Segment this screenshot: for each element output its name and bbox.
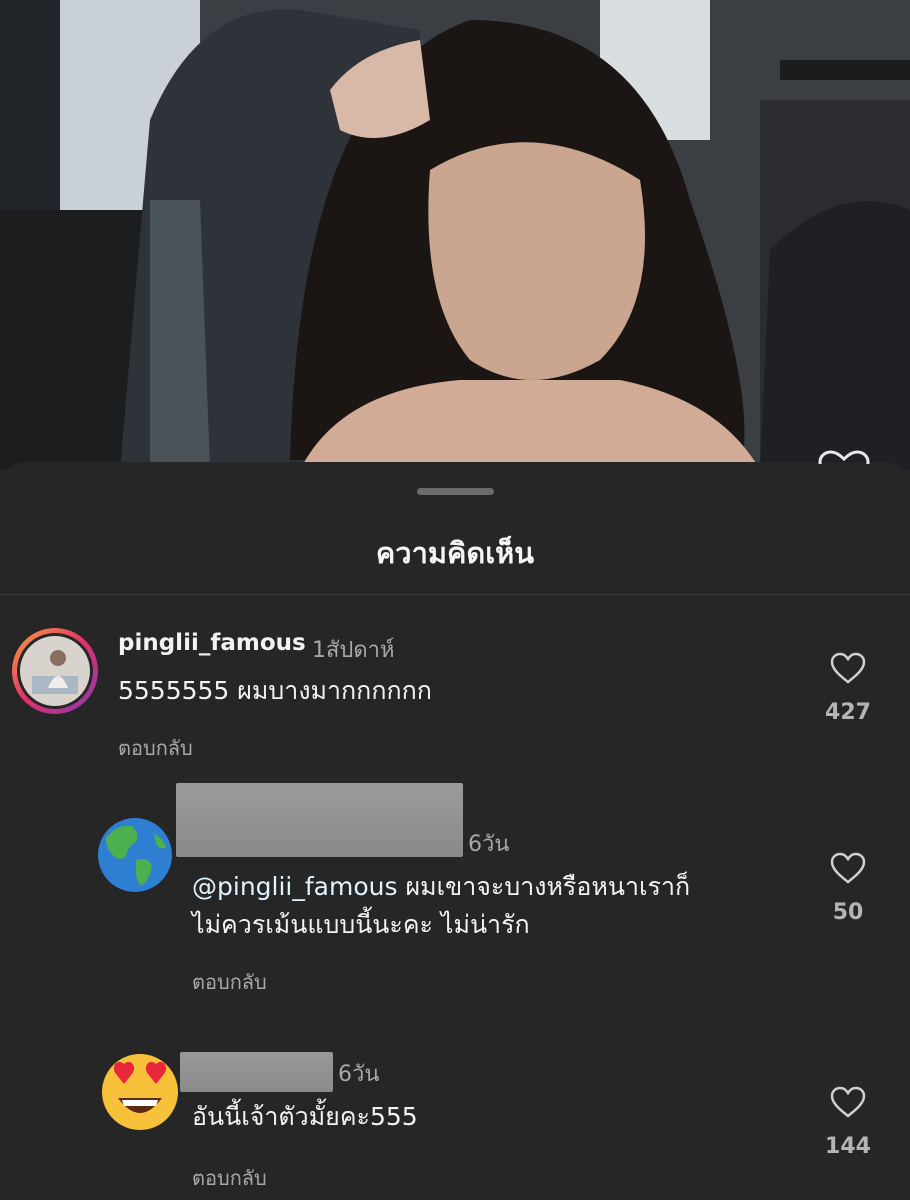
redacted-username [176,783,463,857]
avatar[interactable] [12,628,98,714]
reply-button[interactable]: ตอบกลับ [192,966,267,998]
reply-button[interactable]: ตอบกลับ [192,1162,267,1194]
comment-text-line1: ผมเขาจะบางหรือหนาเราก็ [397,872,691,901]
comments-sheet: ความคิดเห็น pinglii_famous 1สัปดาห์ 5555… [0,462,910,1200]
heart-icon [830,1086,866,1118]
comment-text-line2: ไม่ควรเม้นแบบนี้นะคะ ไม่น่ารัก [192,910,530,939]
comment-text: อันนี้เจ้าตัวมั้ยคะ555 [192,1102,418,1131]
avatar[interactable] [96,1046,184,1134]
heart-eyes-emoji-icon [102,1054,178,1130]
like-count: 144 [825,1134,871,1159]
comment-time: 6วัน [468,832,510,857]
mention-link[interactable]: @pinglii_famous [192,872,398,901]
like-button[interactable]: 427 [808,652,888,725]
heart-icon [830,852,866,884]
post-photo [0,0,910,470]
like-button[interactable]: 144 [808,1086,888,1159]
like-count: 427 [825,700,871,725]
profile-photo-icon [17,633,93,709]
comment-username[interactable]: pinglii_famous [118,630,306,656]
like-count: 50 [832,900,864,925]
redacted-username [180,1052,333,1092]
reply-button[interactable]: ตอบกลับ [118,732,193,764]
globe-emoji-icon [98,818,172,892]
comment-text: @pinglii_famous ผมเขาจะบางหรือหนาเราก็ ไ… [192,868,792,944]
photo-illustration [0,0,910,470]
comment-time: 1สัปดาห์ [312,638,395,663]
like-button[interactable]: 50 [808,852,888,925]
avatar[interactable] [96,816,174,894]
comment-time: 6วัน [338,1062,380,1087]
sheet-title: ความคิดเห็น [375,536,535,570]
heart-icon [830,652,866,684]
photo-like-icon[interactable] [816,450,872,464]
heart-icon [818,450,870,464]
divider [0,594,910,595]
comment-text: 5555555 ผมบางมากกกกกก [118,676,432,705]
drag-handle[interactable] [417,488,494,495]
